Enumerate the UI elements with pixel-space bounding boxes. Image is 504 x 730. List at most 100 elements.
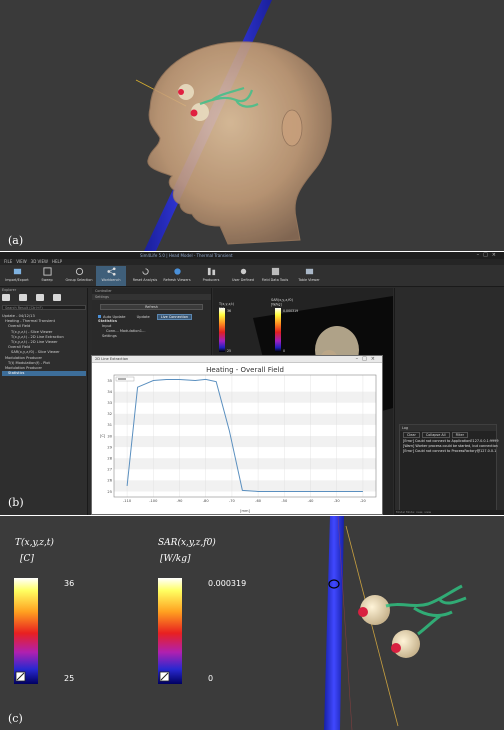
panel-label-c: (c) bbox=[8, 712, 23, 725]
refresh-viewers-icon bbox=[173, 268, 181, 275]
status-bar: Model Mode: new, view bbox=[394, 510, 504, 515]
ribbon-refresh-viewers[interactable]: Refresh Viewers bbox=[162, 266, 192, 286]
plot-xlabel: [mm] bbox=[240, 509, 250, 513]
ribbon-table-viewer[interactable]: Table Viewer bbox=[294, 266, 324, 286]
ribbon-reset-analysis[interactable]: Reset Analysis bbox=[130, 266, 160, 286]
x-tick-label: -110 bbox=[123, 499, 132, 503]
import-export-icon bbox=[13, 268, 21, 275]
viewer-colorbar-temperature-min: 25 bbox=[227, 349, 231, 353]
panel-label-b: (b) bbox=[8, 496, 24, 509]
ear bbox=[281, 109, 303, 147]
log-panel: Log Clear Collapse All Filter [Error] Coul… bbox=[399, 424, 499, 515]
viewer-colorbar-temperature bbox=[219, 308, 225, 352]
y-tick-label: 31 bbox=[107, 423, 112, 427]
viewer-colorbar-sar-max: 0.000319 bbox=[283, 309, 298, 313]
panel-a-head-render: (a) bbox=[0, 0, 504, 251]
viewer-colorbar-temperature-title: T(x,y,z,t) bbox=[218, 302, 235, 306]
x-tick-label: -20 bbox=[360, 499, 367, 503]
auto-update-checkbox[interactable] bbox=[98, 315, 101, 318]
user-defined-icon bbox=[240, 268, 246, 275]
explorer-tree: Update - 04/12/13 Heating - Thermal Tran… bbox=[2, 314, 86, 377]
temperature-colorbar-unit: [C] bbox=[20, 554, 34, 564]
y-tick-label: 32 bbox=[107, 412, 112, 416]
controller-tab-settings[interactable]: Settings bbox=[92, 294, 211, 300]
producers-icon bbox=[207, 267, 215, 276]
y-tick-label: 26 bbox=[107, 479, 112, 483]
sar-colorbar bbox=[158, 578, 182, 684]
temperature-colorbar-title: T(x,y,z,t) bbox=[15, 538, 54, 548]
sar-colorbar-min: 0 bbox=[208, 674, 214, 683]
x-tick-label: -60 bbox=[255, 499, 262, 503]
title-bar: Sim4Life 5.0 | Head Model - Thermal Tran… bbox=[0, 252, 504, 259]
update-button[interactable]: Update bbox=[137, 315, 150, 319]
head-3d-render bbox=[135, 0, 332, 251]
explorer-header: Explorer bbox=[2, 288, 17, 292]
section-settings[interactable]: Settings bbox=[92, 334, 211, 339]
plot-window-controls[interactable]: –□× bbox=[356, 356, 379, 363]
workbench-icon bbox=[106, 267, 116, 276]
y-tick-label: 30 bbox=[107, 434, 112, 438]
tree-item-selected[interactable]: Statistics bbox=[2, 371, 86, 377]
y-tick-label: 34 bbox=[107, 390, 112, 394]
ribbon-group-selection[interactable]: Group Selection bbox=[64, 266, 94, 286]
ribbon-import-export[interactable]: Import/Export bbox=[2, 266, 32, 286]
log-collapse-button[interactable]: Collapse All bbox=[421, 432, 450, 438]
temperature-colorbar-max: 36 bbox=[64, 579, 75, 588]
x-tick-label: -70 bbox=[229, 499, 236, 503]
log-filter-button[interactable]: Filter bbox=[451, 432, 468, 438]
vessels bbox=[385, 584, 467, 636]
live-connection-button[interactable]: Live Connection bbox=[156, 314, 193, 320]
reset-analysis-icon bbox=[141, 268, 149, 275]
tool-c-icon[interactable] bbox=[36, 294, 44, 301]
line-extraction-plot-window[interactable]: 2D Line Extraction –□× 25 26 27 28 29 30 31 32 3… bbox=[91, 355, 383, 515]
log-clear-button[interactable]: Clear bbox=[403, 432, 420, 438]
refresh-button[interactable]: Refresh bbox=[100, 304, 203, 310]
viewer-colorbar-sar-min: 0 bbox=[283, 349, 285, 353]
probe-rod bbox=[324, 516, 344, 730]
y-tick-label: 25 bbox=[107, 490, 112, 494]
y-tick-label: 33 bbox=[107, 401, 112, 405]
tool-b-icon[interactable] bbox=[19, 294, 27, 301]
ribbon-workbench[interactable]: Workbench bbox=[96, 266, 126, 286]
window-title: Sim4Life 5.0 | Head Model - Thermal Tran… bbox=[140, 253, 233, 258]
plot-grid bbox=[114, 375, 376, 497]
plot-title: Heating - Overall Field bbox=[206, 366, 284, 374]
x-tick-label: -90 bbox=[177, 499, 184, 503]
x-tick-label: -80 bbox=[203, 499, 210, 503]
right-pane: Log Clear Collapse All Filter [Error] Coul… bbox=[394, 288, 504, 515]
log-toolbar: Clear Collapse All Filter bbox=[400, 431, 496, 439]
viewer-colorbar-temperature-unit: [C] bbox=[219, 307, 224, 311]
x-tick-label: -100 bbox=[149, 499, 158, 503]
y-tick-label: 28 bbox=[107, 456, 112, 460]
table-viewer-icon bbox=[305, 268, 313, 275]
viewer-colorbar-temperature-max: 36 bbox=[227, 309, 231, 313]
panel-c-colorbars-render: T(x,y,z,t) [C] 36 25 SAR(x,y,z,f0) [W/kg… bbox=[0, 516, 504, 730]
plot-window-title: 2D Line Extraction bbox=[95, 357, 129, 361]
tool-d-icon[interactable] bbox=[53, 294, 61, 301]
ribbon-sweep[interactable]: Sweep bbox=[32, 266, 62, 286]
panel-b-software-window: Sim4Life 5.0 | Head Model - Thermal Tran… bbox=[0, 252, 504, 515]
ribbon-producers[interactable]: Producers bbox=[196, 266, 226, 286]
sar-colorbar-title: SAR(x,y,z,f0) bbox=[158, 538, 216, 548]
plot-window-titlebar[interactable]: 2D Line Extraction –□× bbox=[92, 356, 382, 363]
sar-colorbar-max: 0.000319 bbox=[208, 579, 247, 588]
ribbon-field-data-tools[interactable]: Field Data Tools bbox=[260, 266, 290, 286]
explorer-pane: Explorer Search Result (Ctrl+F) Update -… bbox=[0, 288, 88, 515]
x-tick-label: -40 bbox=[308, 499, 315, 503]
x-tick-label: -30 bbox=[334, 499, 341, 503]
window-controls[interactable]: –□× bbox=[477, 252, 500, 258]
tool-a-icon[interactable] bbox=[2, 294, 10, 301]
ribbon-user-defined[interactable]: User Defined bbox=[228, 266, 258, 286]
viewer-colorbar-sar bbox=[275, 308, 281, 352]
head-surface bbox=[147, 41, 332, 245]
field-data-tools-icon bbox=[271, 267, 279, 276]
panel-label-a: (a) bbox=[8, 234, 24, 247]
ribbon-toolbar: Import/Export Sweep Group Selection Work… bbox=[0, 265, 504, 287]
viewer-colorbar-sar-unit: [W/kg] bbox=[271, 303, 282, 307]
viewer-colorbar-sar-title: SAR(x,y,z,f0) bbox=[271, 298, 294, 302]
explorer-search-input[interactable]: Search Result (Ctrl+F) bbox=[2, 305, 86, 310]
line-plot: 25 26 27 28 29 30 31 32 33 34 35 -110 -100 -90 -80 -70 -… bbox=[100, 366, 377, 513]
x-tick-label: -50 bbox=[281, 499, 288, 503]
group-selection-icon bbox=[75, 267, 83, 276]
y-tick-label: 29 bbox=[107, 445, 112, 449]
